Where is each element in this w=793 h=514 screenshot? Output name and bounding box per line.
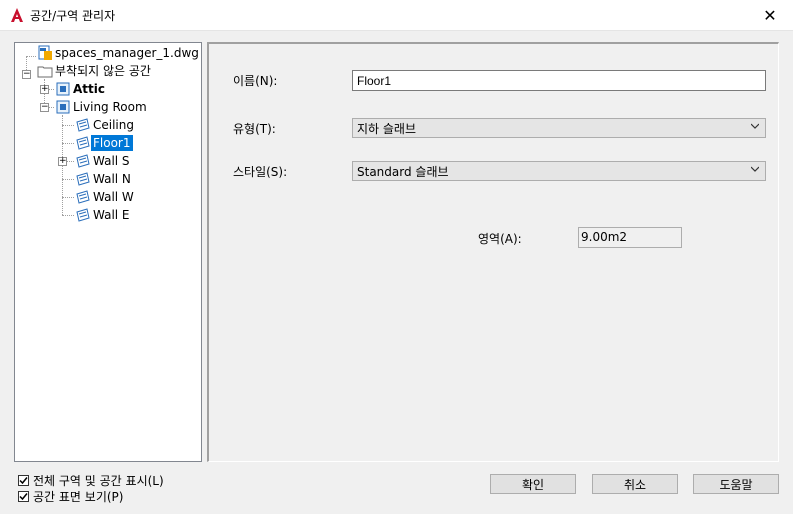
style-select[interactable]: Standard 슬래브	[352, 161, 766, 181]
tree-item-label: Ceiling	[93, 118, 134, 132]
tree-item-label: Wall W	[93, 190, 134, 204]
surface-icon	[76, 208, 90, 222]
tree-item-label: Wall N	[93, 172, 131, 186]
tree-item-unattached[interactable]: 부착되지 않은 공간	[37, 62, 153, 80]
tree-item-floor1[interactable]: Floor1	[75, 134, 134, 152]
tree-item-label: Wall S	[93, 154, 130, 168]
tree-item-wall-e[interactable]: Wall E	[75, 206, 132, 224]
tree-item-ceiling[interactable]: Ceiling	[75, 116, 136, 134]
type-label: 유형(T):	[233, 122, 276, 136]
tree-item-label: Attic	[73, 82, 105, 96]
tree-item-label: Wall E	[93, 208, 130, 222]
cancel-button[interactable]: 취소	[592, 474, 678, 494]
space-icon	[56, 82, 70, 96]
folder-icon	[37, 66, 53, 78]
space-icon	[56, 100, 70, 114]
area-value: 9.00m2	[578, 227, 682, 248]
tree-item-attic[interactable]: Attic	[55, 80, 107, 98]
tree-item-label: spaces_manager_1.dwg	[55, 46, 199, 60]
tree-line	[26, 56, 36, 58]
surface-icon	[76, 136, 90, 150]
checkbox-box[interactable]	[18, 491, 29, 502]
surface-icon	[76, 190, 90, 204]
help-button[interactable]: 도움말	[693, 474, 779, 494]
expand-toggle[interactable]: +	[58, 157, 67, 166]
chevron-down-icon	[751, 166, 759, 172]
window-title: 공간/구역 관리자	[30, 9, 116, 23]
type-select-value: 지하 슬래브	[357, 122, 417, 136]
tree-item-root[interactable]: spaces_manager_1.dwg	[37, 44, 201, 62]
type-select[interactable]: 지하 슬래브	[352, 118, 766, 138]
tree-item-wall-w[interactable]: Wall W	[75, 188, 136, 206]
collapse-toggle[interactable]: −	[40, 103, 49, 112]
collapse-toggle[interactable]: −	[22, 70, 31, 79]
checkmark-icon	[19, 477, 28, 485]
tree-item-label: Floor1	[90, 134, 134, 152]
chevron-down-icon	[751, 123, 759, 129]
checkmark-icon	[19, 493, 28, 501]
autocad-logo-icon	[11, 8, 23, 22]
properties-panel	[207, 42, 779, 462]
tree-line	[62, 215, 74, 217]
checkbox-box[interactable]	[18, 475, 29, 486]
tree-item-wall-n[interactable]: Wall N	[75, 170, 133, 188]
surface-icon	[76, 172, 90, 186]
expand-toggle[interactable]: +	[40, 85, 49, 94]
tree-item-label: 부착되지 않은 공간	[55, 64, 151, 78]
tree-line	[62, 179, 74, 181]
style-label: 스타일(S):	[233, 165, 288, 179]
name-input[interactable]	[352, 70, 766, 91]
show-surfaces-label: 공간 표면 보기(P)	[33, 490, 124, 504]
name-label: 이름(N):	[233, 74, 278, 88]
tree-item-living-room[interactable]: Living Room	[55, 98, 149, 116]
tree-line	[62, 143, 74, 145]
show-all-checkbox[interactable]: 전체 구역 및 공간 표시(L)	[18, 472, 164, 489]
tree-line	[62, 125, 74, 127]
drawing-file-icon	[38, 45, 52, 60]
show-surfaces-checkbox[interactable]: 공간 표면 보기(P)	[18, 488, 123, 505]
surface-icon	[76, 118, 90, 132]
surface-icon	[76, 154, 90, 168]
close-icon: ✕	[763, 5, 777, 25]
space-tree[interactable]: spaces_manager_1.dwg − 부착되지 않은 공간 + Atti…	[14, 42, 202, 462]
title-bar: 공간/구역 관리자 ✕	[0, 0, 793, 31]
ok-button[interactable]: 확인	[490, 474, 576, 494]
tree-item-label: Living Room	[73, 100, 147, 114]
area-label: 영역(A):	[478, 232, 522, 246]
show-all-label: 전체 구역 및 공간 표시(L)	[33, 474, 164, 488]
style-select-value: Standard 슬래브	[357, 165, 449, 179]
tree-line	[62, 197, 74, 199]
tree-item-wall-s[interactable]: Wall S	[75, 152, 132, 170]
close-button[interactable]: ✕	[747, 0, 793, 30]
